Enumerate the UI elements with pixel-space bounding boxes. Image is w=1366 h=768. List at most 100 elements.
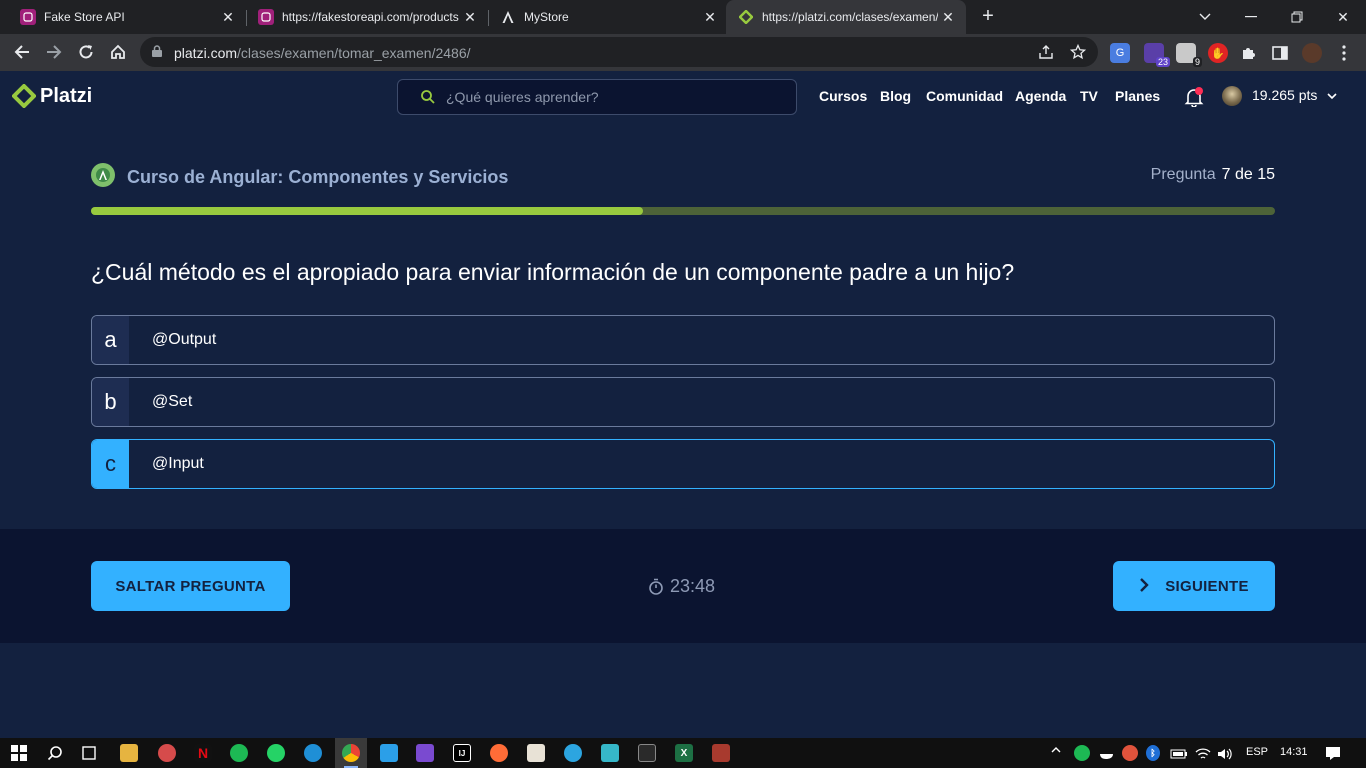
building-app-icon[interactable] [601, 744, 619, 762]
edge-icon[interactable] [304, 744, 322, 762]
minimize-icon[interactable] [1228, 0, 1274, 34]
chevron-down-icon[interactable] [1326, 90, 1338, 102]
close-tab-icon[interactable]: ✕ [460, 9, 480, 26]
platzi-logo[interactable]: Platzi [12, 84, 92, 108]
extension-purple-icon[interactable]: 23 [1144, 43, 1170, 67]
photo-app-icon[interactable] [527, 744, 545, 762]
windows-start-icon[interactable] [10, 744, 28, 762]
timer-text: 23:48 [670, 576, 716, 596]
address-bar[interactable]: platzi.com/clases/examen/tomar_examen/24… [140, 37, 1098, 67]
battery-icon[interactable] [1170, 745, 1188, 763]
option-letter: c [92, 440, 129, 488]
extension-dots-icon[interactable]: 9 [1176, 43, 1202, 67]
skip-question-button[interactable]: SALTAR PREGUNTA [91, 561, 290, 611]
winrar-icon[interactable] [712, 744, 730, 762]
netflix-icon[interactable]: N [194, 744, 212, 762]
platzi-icon [738, 9, 754, 25]
nav-blog[interactable]: Blog [880, 88, 911, 104]
terminal-icon[interactable] [638, 744, 656, 762]
task-view-icon[interactable] [80, 744, 98, 762]
tray-spotify-icon[interactable] [1074, 745, 1090, 761]
question-counter: Pregunta 7 de 15 [1151, 166, 1275, 184]
profile-avatar[interactable] [1302, 43, 1322, 63]
url-text: platzi.com/clases/examen/tomar_examen/24… [174, 45, 471, 61]
progress-bar [91, 207, 1275, 215]
bluetooth-icon[interactable]: ᛒ [1146, 745, 1160, 761]
answer-option-c[interactable]: c @Input [91, 439, 1275, 489]
tab-fake-store-api[interactable]: Fake Store API ✕ [0, 0, 246, 34]
chrome-icon[interactable] [342, 744, 360, 762]
file-explorer-icon[interactable] [120, 744, 138, 762]
nav-agenda[interactable]: Agenda [1015, 88, 1066, 104]
close-tab-icon[interactable]: ✕ [218, 9, 238, 26]
answer-option-a[interactable]: a @Output [91, 315, 1275, 365]
nav-comunidad[interactable]: Comunidad [926, 88, 1003, 104]
translate-extension-icon[interactable]: G [1110, 43, 1130, 63]
answer-option-b[interactable]: b @Set [91, 377, 1275, 427]
tray-docker-icon[interactable] [1098, 745, 1116, 763]
puzzle-extensions-icon[interactable] [1238, 43, 1258, 63]
share-icon[interactable] [1038, 44, 1054, 60]
fakestore-icon [258, 9, 274, 25]
url-host: platzi.com [174, 45, 238, 61]
angular-icon [500, 9, 516, 25]
platzi-logo-icon [12, 84, 36, 108]
option-text: @Input [152, 455, 204, 472]
tray-antivirus-icon[interactable] [1122, 745, 1138, 761]
wifi-icon[interactable] [1194, 745, 1212, 763]
vscode-icon[interactable] [380, 744, 398, 762]
tab-mystore[interactable]: MyStore ✕ [480, 0, 728, 34]
close-window-icon[interactable]: ✕ [1320, 0, 1366, 34]
search-box[interactable] [397, 79, 797, 115]
keyboard-language[interactable]: ESP [1246, 746, 1268, 758]
spotify-icon[interactable] [230, 744, 248, 762]
bookmark-star-icon[interactable] [1070, 44, 1086, 60]
tab-search-chevron-icon[interactable] [1182, 0, 1228, 34]
user-avatar[interactable] [1222, 86, 1242, 106]
logo-text: Platzi [40, 84, 93, 107]
clock-time[interactable]: 14:31 [1280, 746, 1308, 758]
excel-icon[interactable]: X [675, 744, 693, 762]
lock-icon [152, 45, 162, 57]
search-input[interactable] [446, 87, 776, 107]
angular-course-badge-icon [91, 163, 115, 187]
home-icon[interactable] [104, 38, 132, 66]
tab-fakestoreapi-products[interactable]: https://fakestoreapi.com/products ✕ [238, 0, 488, 34]
tab-title: https://fakestoreapi.com/products [282, 10, 459, 24]
telegram-icon[interactable] [564, 744, 582, 762]
new-tab-button[interactable]: + [976, 4, 1000, 28]
paint-app-icon[interactable] [158, 744, 176, 762]
close-tab-icon[interactable]: ✕ [938, 9, 958, 26]
tab-title: https://platzi.com/clases/examen/tomar [762, 10, 938, 24]
back-arrow-icon[interactable] [8, 38, 36, 66]
intellij-icon[interactable]: IJ [453, 744, 471, 762]
forward-arrow-icon[interactable] [40, 38, 68, 66]
postman-icon[interactable] [490, 744, 508, 762]
course-title[interactable]: Curso de Angular: Componentes y Servicio… [127, 167, 508, 188]
nav-cursos[interactable]: Cursos [819, 88, 867, 104]
extension-badge: 23 [1155, 57, 1170, 67]
reload-icon[interactable] [72, 38, 100, 66]
option-letter: a [92, 316, 129, 364]
kebab-menu-icon[interactable] [1334, 43, 1354, 63]
user-points[interactable]: 19.265 pts [1252, 87, 1317, 103]
nav-planes[interactable]: Planes [1115, 88, 1160, 104]
volume-icon[interactable] [1216, 745, 1234, 763]
close-tab-icon[interactable]: ✕ [700, 9, 720, 26]
notification-center-icon[interactable] [1324, 744, 1342, 762]
tray-chevron-up-icon[interactable] [1050, 744, 1062, 759]
page-background [0, 643, 1366, 738]
platzi-header: Platzi Cursos Blog Comunidad Agenda TV P… [0, 71, 1366, 123]
nav-tv[interactable]: TV [1080, 88, 1098, 104]
option-letter: b [92, 378, 129, 426]
search-icon[interactable] [46, 744, 64, 762]
next-label: SIGUIENTE [1165, 577, 1249, 595]
visual-studio-icon[interactable] [416, 744, 434, 762]
restore-icon[interactable] [1274, 0, 1320, 34]
tab-platzi-exam[interactable]: https://platzi.com/clases/examen/tomar ✕ [726, 0, 966, 34]
adblock-icon[interactable]: ✋ [1208, 43, 1228, 63]
next-question-button[interactable]: SIGUIENTE [1113, 561, 1275, 611]
progress-bar-fill [91, 207, 643, 215]
whatsapp-icon[interactable] [267, 744, 285, 762]
side-panel-icon[interactable] [1270, 43, 1290, 63]
